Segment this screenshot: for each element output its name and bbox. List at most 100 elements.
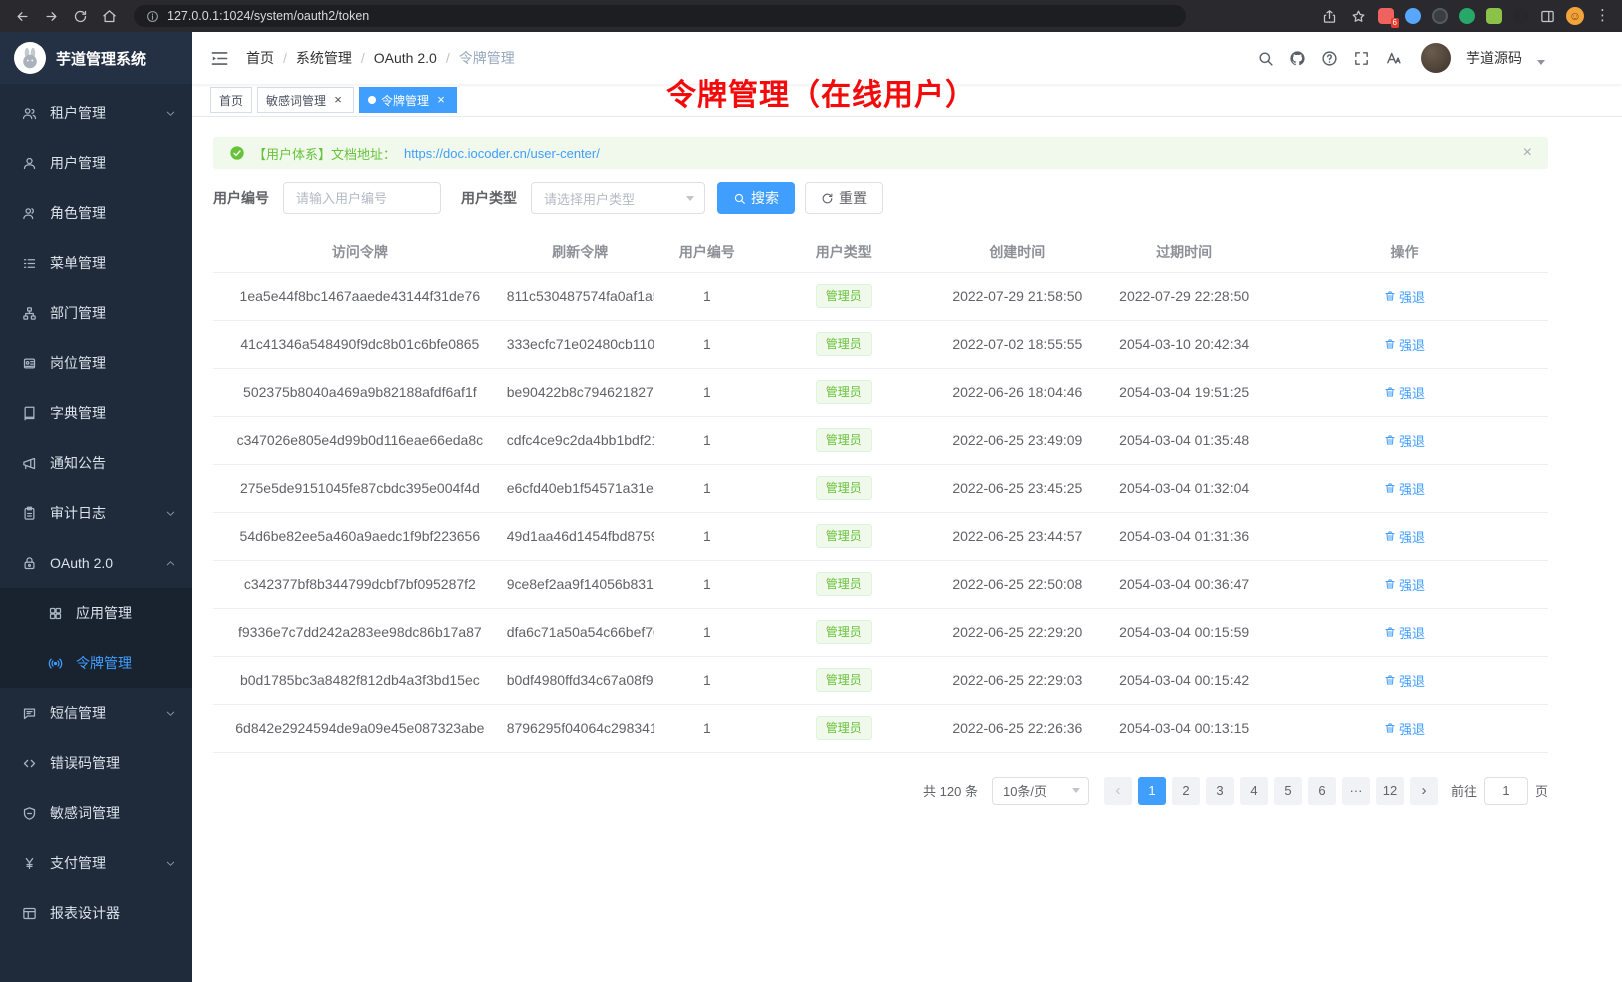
- force-logout-button[interactable]: 强退: [1384, 479, 1425, 498]
- share-icon[interactable]: [1320, 4, 1338, 28]
- page-button[interactable]: 6: [1308, 777, 1336, 805]
- force-logout-button[interactable]: 强退: [1384, 335, 1425, 354]
- table-row[interactable]: 502375b8040a469a9b82188afdf6af1f be90422…: [213, 368, 1548, 416]
- reset-button[interactable]: 重置: [805, 182, 883, 214]
- breadcrumb-item[interactable]: 令牌管理: [459, 48, 515, 68]
- breadcrumb-item[interactable]: 系统管理: [296, 48, 352, 68]
- refresh-token-cell: be90422b8c7946218275a508bf524fc9: [507, 368, 654, 416]
- goto-page-input[interactable]: [1484, 777, 1528, 805]
- breadcrumb-item[interactable]: 首页: [246, 48, 274, 68]
- force-logout-button[interactable]: 强退: [1384, 623, 1425, 642]
- refresh-token-cell: b0df4980ffd34c67a08f9156e4eee733: [507, 656, 654, 704]
- force-logout-button[interactable]: 强退: [1384, 431, 1425, 450]
- chevron-down-icon: [165, 508, 176, 519]
- sidebar-item[interactable]: 菜单管理: [0, 238, 192, 288]
- github-icon[interactable]: [1289, 50, 1306, 67]
- search-icon[interactable]: [1257, 50, 1274, 67]
- refresh-token-cell: 9ce8ef2aa9f14056b831ae9b608e28d5: [507, 560, 654, 608]
- bookmark-star-icon[interactable]: [1349, 4, 1367, 28]
- table-row[interactable]: 6d842e2924594de9a09e45e087323abe 8796295…: [213, 704, 1548, 752]
- username[interactable]: 芋道源码: [1466, 48, 1522, 68]
- user-id-input[interactable]: [283, 182, 441, 214]
- extension-adblock-icon[interactable]: 6: [1378, 8, 1394, 24]
- trash-icon: [1384, 722, 1396, 734]
- table-row[interactable]: 41c41346a548490f9dc8b01c6bfe0865 333ecfc…: [213, 320, 1548, 368]
- page-button[interactable]: 4: [1240, 777, 1268, 805]
- url-bar[interactable]: 127.0.0.1:1024/system/oauth2/token: [134, 5, 1186, 27]
- page-button[interactable]: 12: [1376, 777, 1404, 805]
- force-logout-button[interactable]: 强退: [1384, 671, 1425, 690]
- sidebar-item[interactable]: 令牌管理: [0, 638, 192, 688]
- user-type-badge: 管理员: [816, 380, 872, 404]
- fullscreen-icon[interactable]: [1353, 50, 1370, 67]
- alert-close-icon[interactable]: ×: [1523, 145, 1532, 161]
- sidebar-item[interactable]: 应用管理: [0, 588, 192, 638]
- page-button[interactable]: 3: [1206, 777, 1234, 805]
- browser-profile-avatar[interactable]: ☺: [1566, 7, 1584, 25]
- user-dropdown-caret-icon[interactable]: [1537, 60, 1545, 65]
- sidebar-item[interactable]: 报表设计器: [0, 888, 192, 938]
- font-size-icon[interactable]: [1385, 50, 1402, 67]
- split-view-icon[interactable]: [1540, 9, 1555, 24]
- sidebar-item[interactable]: 租户管理: [0, 88, 192, 138]
- tab[interactable]: 令牌管理 ×: [359, 87, 457, 113]
- tab[interactable]: 敏感词管理 ×: [257, 87, 354, 113]
- home-icon[interactable]: [97, 4, 121, 28]
- tab-close-icon[interactable]: ×: [331, 93, 345, 107]
- back-icon[interactable]: [10, 4, 34, 28]
- force-logout-button[interactable]: 强退: [1384, 527, 1425, 546]
- prev-page-button[interactable]: ‹: [1104, 777, 1132, 805]
- force-logout-button[interactable]: 强退: [1384, 719, 1425, 738]
- page-button[interactable]: 1: [1138, 777, 1166, 805]
- page-size-select[interactable]: 10条/页: [992, 777, 1089, 805]
- tab[interactable]: 首页: [210, 87, 252, 113]
- extension-icon-green[interactable]: [1459, 8, 1475, 24]
- table-row[interactable]: 275e5de9151045fe87cbdc395e004f4d e6cfd40…: [213, 464, 1548, 512]
- table-row[interactable]: c347026e805e4d99b0d116eae66eda8c cdfc4ce…: [213, 416, 1548, 464]
- extension-icon-blue[interactable]: [1405, 8, 1421, 24]
- force-logout-button[interactable]: 强退: [1384, 287, 1425, 306]
- sidebar-item[interactable]: 用户管理: [0, 138, 192, 188]
- tab-close-icon[interactable]: ×: [434, 93, 448, 107]
- sidebar-item[interactable]: OAuth 2.0: [0, 538, 192, 588]
- extensions-puzzle-icon[interactable]: [1486, 8, 1502, 24]
- user-type-select[interactable]: 请选择用户类型: [531, 182, 705, 214]
- sidebar-item[interactable]: 支付管理: [0, 838, 192, 888]
- app-logo[interactable]: 芋道管理系统: [0, 32, 192, 84]
- user-avatar[interactable]: [1421, 43, 1451, 73]
- sidebar-item[interactable]: 岗位管理: [0, 338, 192, 388]
- page-button[interactable]: ···: [1342, 777, 1370, 805]
- sidebar-item[interactable]: 部门管理: [0, 288, 192, 338]
- sidebar-item[interactable]: 通知公告: [0, 438, 192, 488]
- search-button[interactable]: 搜索: [717, 182, 795, 214]
- sidebar-item-label: OAuth 2.0: [50, 555, 113, 571]
- sidebar-item[interactable]: 字典管理: [0, 388, 192, 438]
- alert-doc-link[interactable]: https://doc.iocoder.cn/user-center/: [404, 146, 600, 161]
- table-row[interactable]: 54d6be82ee5a460a9aedc1f9bf223656 49d1aa4…: [213, 512, 1548, 560]
- refresh-icon[interactable]: [68, 4, 92, 28]
- access-token-cell: 54d6be82ee5a460a9aedc1f9bf223656: [213, 512, 507, 560]
- table-row[interactable]: 1ea5e44f8bc1467aaede43144f31de76 811c530…: [213, 272, 1548, 320]
- site-info-icon[interactable]: [146, 10, 159, 23]
- page-button[interactable]: 2: [1172, 777, 1200, 805]
- help-icon[interactable]: [1321, 50, 1338, 67]
- expire-time-cell: 2054-03-04 00:13:15: [1107, 704, 1261, 752]
- sidebar-item[interactable]: 角色管理: [0, 188, 192, 238]
- sidebar-item[interactable]: 敏感词管理: [0, 788, 192, 838]
- sidebar-item[interactable]: 审计日志: [0, 488, 192, 538]
- table-row[interactable]: b0d1785bc3a8482f812db4a3f3bd15ec b0df498…: [213, 656, 1548, 704]
- sidebar-item[interactable]: 错误码管理: [0, 738, 192, 788]
- force-logout-button[interactable]: 强退: [1384, 575, 1425, 594]
- force-logout-button[interactable]: 强退: [1384, 383, 1425, 402]
- page-button[interactable]: 5: [1274, 777, 1302, 805]
- sidebar-item[interactable]: 短信管理: [0, 688, 192, 738]
- sidebar-toggle-icon[interactable]: [210, 49, 229, 68]
- extension-icon-dark[interactable]: [1432, 8, 1448, 24]
- forward-icon[interactable]: [39, 4, 63, 28]
- table-row[interactable]: f9336e7c7dd242a283ee98dc86b17a87 dfa6c71…: [213, 608, 1548, 656]
- table-row[interactable]: c342377bf8b344799dcbf7bf095287f2 9ce8ef2…: [213, 560, 1548, 608]
- breadcrumb-item[interactable]: OAuth 2.0: [374, 50, 437, 66]
- next-page-button[interactable]: ›: [1410, 777, 1438, 805]
- browser-menu-icon[interactable]: ⋮: [1595, 8, 1610, 24]
- extension-icon-paw[interactable]: [1513, 8, 1529, 24]
